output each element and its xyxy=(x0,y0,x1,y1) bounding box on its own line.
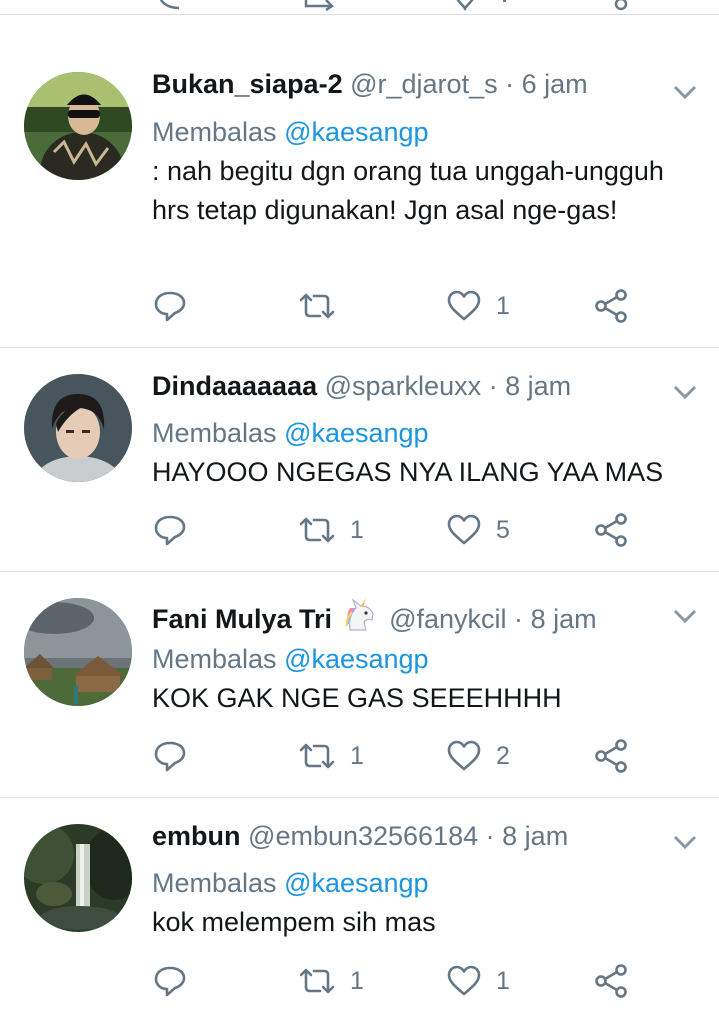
display-name[interactable]: Dindaaaaaaa xyxy=(152,371,317,401)
tweet-header: Fani Mulya Tri @fanykcil · 8 jam xyxy=(152,598,597,635)
reply-prefix: Membalas xyxy=(152,868,277,898)
timestamp[interactable]: 8 jam xyxy=(531,604,597,634)
tweet-text: KOK GAK NGE GAS SEEEHHHH xyxy=(152,683,562,713)
reply-icon xyxy=(154,291,186,322)
reply-mention-link[interactable]: @kaesangp xyxy=(284,868,429,898)
reply-prefix: Membalas xyxy=(152,418,277,448)
reply-icon xyxy=(154,515,186,546)
reply-context: Membalas @kaesangp xyxy=(152,417,429,449)
like-count: 5 xyxy=(496,515,510,544)
display-name[interactable]: Bukan_siapa-2 xyxy=(152,69,343,99)
person-avatar[interactable] xyxy=(24,374,132,482)
reply-icon xyxy=(154,966,186,997)
separator-dot: · xyxy=(514,604,524,634)
chevron-down-icon[interactable] xyxy=(672,82,698,102)
timestamp[interactable]: 6 jam xyxy=(522,69,588,99)
tweet-actions: 1 xyxy=(0,286,719,326)
retweet-icon xyxy=(299,293,335,319)
separator-dot: · xyxy=(488,371,498,401)
user-handle[interactable]: @sparkleuxx xyxy=(325,371,481,401)
reply-button[interactable] xyxy=(153,961,201,1001)
tweet-text: : nah begitu dgn orang tua unggah-ungguh… xyxy=(152,156,664,225)
like-button[interactable]: 2 xyxy=(446,736,510,776)
retweet-icon[interactable] xyxy=(302,0,338,12)
reply-prefix: Membalas xyxy=(152,117,277,147)
landscape-avatar[interactable] xyxy=(24,598,132,706)
chevron-down-icon[interactable] xyxy=(672,832,698,852)
like-count: 1 xyxy=(496,291,510,320)
like-button[interactable]: 1 xyxy=(446,286,510,326)
retweet-button[interactable]: 1 xyxy=(298,736,364,776)
reply-mention-link[interactable]: @kaesangp xyxy=(284,117,429,147)
tweet-header: embun @embun32566184 · 8 jam xyxy=(152,820,568,852)
chevron-down-icon[interactable] xyxy=(672,382,698,402)
share-icon xyxy=(595,513,627,547)
like-count: 1 xyxy=(496,966,510,995)
retweet-button[interactable] xyxy=(298,286,350,326)
reply-context: Membalas @kaesangp xyxy=(152,116,429,148)
retweet-button[interactable]: 1 xyxy=(298,510,364,550)
like-count-partial xyxy=(503,0,506,2)
tweet-text: kok melempem sih mas xyxy=(152,907,436,937)
display-name[interactable]: Fani Mulya Tri xyxy=(152,604,332,634)
heart-icon xyxy=(447,965,481,996)
reply-icon[interactable] xyxy=(155,0,185,12)
previous-tweet-actions-partial xyxy=(0,0,719,15)
retweet-icon xyxy=(299,743,335,769)
heart-icon xyxy=(447,290,481,321)
like-button[interactable]: 5 xyxy=(446,510,510,550)
retweet-icon xyxy=(299,517,335,543)
share-icon xyxy=(595,964,627,998)
tweet-header: Bukan_siapa-2 @r_djarot_s · 6 jam xyxy=(152,68,588,100)
tweet-item[interactable]: Fani Mulya Tri @fanykcil · 8 jam Membala… xyxy=(0,572,719,798)
reply-context: Membalas @kaesangp xyxy=(152,867,429,899)
waterfall-avatar[interactable] xyxy=(24,824,132,932)
retweet-button[interactable]: 1 xyxy=(298,961,364,1001)
timestamp[interactable]: 8 jam xyxy=(502,821,568,851)
share-icon xyxy=(595,739,627,773)
reply-button[interactable] xyxy=(153,510,201,550)
reply-mention-link[interactable]: @kaesangp xyxy=(284,418,429,448)
share-button[interactable] xyxy=(594,510,628,550)
tweet-header: Dindaaaaaaa @sparkleuxx · 8 jam xyxy=(152,370,571,402)
tweet-text: HAYOOO NGEGAS NYA ILANG YAA MAS xyxy=(152,457,664,487)
reply-button[interactable] xyxy=(153,736,201,776)
separator-dot: · xyxy=(505,69,515,99)
unicorn-icon xyxy=(345,598,374,631)
person-avatar[interactable] xyxy=(24,72,132,180)
tweet-actions: 1 2 xyxy=(0,736,719,776)
like-button[interactable]: 1 xyxy=(446,961,510,1001)
heart-icon xyxy=(447,514,481,545)
display-name[interactable]: embun xyxy=(152,821,241,851)
separator-dot: · xyxy=(485,821,495,851)
user-handle[interactable]: @r_djarot_s xyxy=(350,69,497,99)
share-button[interactable] xyxy=(594,961,628,1001)
retweet-count: 1 xyxy=(350,515,364,544)
share-button[interactable] xyxy=(594,286,628,326)
user-handle[interactable]: @fanykcil xyxy=(389,604,506,634)
like-count: 2 xyxy=(496,741,510,770)
tweet-item[interactable]: Bukan_siapa-2 @r_djarot_s · 6 jam Membal… xyxy=(0,46,719,348)
tweet-item[interactable]: embun @embun32566184 · 8 jam Membalas @k… xyxy=(0,798,719,1016)
like-icon[interactable] xyxy=(450,0,480,12)
user-handle[interactable]: @embun32566184 xyxy=(248,821,478,851)
tweet-actions: 1 5 xyxy=(0,510,719,550)
tweet-item[interactable]: Dindaaaaaaa @sparkleuxx · 8 jam Membalas… xyxy=(0,348,719,572)
heart-icon xyxy=(447,740,481,771)
reply-icon xyxy=(154,741,186,772)
share-icon xyxy=(595,289,627,323)
retweet-count: 1 xyxy=(350,741,364,770)
reply-context: Membalas @kaesangp xyxy=(152,643,429,675)
reply-button[interactable] xyxy=(153,286,201,326)
share-button[interactable] xyxy=(594,736,628,776)
tweet-actions: 1 1 xyxy=(0,961,719,1001)
share-icon[interactable] xyxy=(608,0,634,12)
retweet-count: 1 xyxy=(350,966,364,995)
retweet-icon xyxy=(299,968,335,994)
timestamp[interactable]: 8 jam xyxy=(505,371,571,401)
reply-mention-link[interactable]: @kaesangp xyxy=(284,644,429,674)
reply-prefix: Membalas xyxy=(152,644,277,674)
chevron-down-icon[interactable] xyxy=(672,606,698,626)
